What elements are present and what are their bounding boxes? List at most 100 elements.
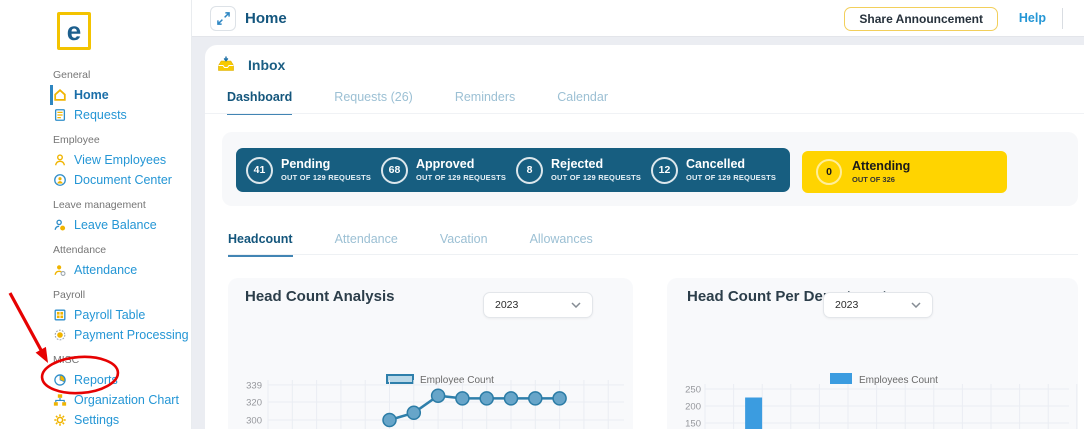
stat-label: Cancelled bbox=[686, 157, 746, 171]
tab-calendar[interactable]: Calendar bbox=[557, 90, 608, 115]
home-icon bbox=[53, 88, 67, 102]
bar bbox=[745, 397, 763, 429]
stat-approved: 68 Approved OUT OF 129 REQUESTS bbox=[381, 156, 516, 184]
requests-icon bbox=[53, 108, 67, 122]
sidebar-section-attendance: Attendance Attendance bbox=[0, 240, 192, 280]
leave-balance-icon bbox=[53, 218, 67, 232]
sidebar-item-document-center[interactable]: Document Center bbox=[50, 170, 192, 190]
stat-label: Pending bbox=[281, 157, 331, 171]
expand-arrows-icon bbox=[216, 12, 230, 25]
section-label: Attendance bbox=[53, 244, 107, 256]
data-point bbox=[552, 391, 567, 406]
chart-legend: Employees Count bbox=[830, 373, 938, 386]
data-point bbox=[528, 391, 543, 406]
svg-text:320: 320 bbox=[246, 398, 262, 409]
sidebar-nav: General Home Requests Employee View Employee… bbox=[0, 60, 192, 429]
sidebar-item-view-employees[interactable]: View Employees bbox=[50, 150, 192, 170]
legend-swatch bbox=[830, 373, 852, 384]
payment-processing-icon bbox=[53, 328, 67, 342]
line-series-employee-count bbox=[382, 388, 567, 428]
headcount-per-department-card: Head Count Per Department 2023 Employees… bbox=[667, 278, 1078, 429]
payroll-table-icon bbox=[53, 308, 67, 322]
headcount-line-chart: Employee Count 339 320 300 bbox=[246, 374, 624, 429]
section-label: MISC bbox=[53, 354, 80, 366]
legend-swatch bbox=[386, 374, 414, 384]
stat-rejected: 8 Rejected OUT OF 129 REQUESTS bbox=[516, 156, 651, 184]
sidebar-item-label: Reports bbox=[74, 373, 118, 387]
sidebar-item-label: Settings bbox=[74, 413, 120, 427]
tab-dashboard[interactable]: Dashboard bbox=[227, 90, 293, 115]
chart-grid bbox=[267, 380, 624, 429]
data-point bbox=[406, 405, 422, 421]
stat-count-circle: 68 bbox=[381, 156, 408, 184]
svg-text:150: 150 bbox=[685, 419, 701, 429]
sidebar-item-leave-balance[interactable]: Leave Balance bbox=[50, 215, 192, 235]
request-stats-bar: 41 Pending OUT OF 129 REQUESTS 68 Approved OU… bbox=[236, 148, 790, 192]
tabs-separator-2 bbox=[228, 254, 1078, 255]
stat-cancelled: 12 Cancelled OUT OF 129 REQUESTS bbox=[651, 156, 786, 184]
attending-sublabel: OUT OF 326 bbox=[852, 175, 895, 184]
sidebar-item-home[interactable]: Home bbox=[50, 85, 192, 105]
sidebar-item-settings[interactable]: Settings bbox=[50, 410, 192, 429]
sidebar-item-attendance[interactable]: Attendance bbox=[50, 260, 192, 280]
top-header: Home Share Announcement Help bbox=[192, 0, 1084, 37]
sidebar-item-label: Attendance bbox=[74, 263, 138, 277]
attending-label: Attending bbox=[852, 159, 911, 173]
stat-count-circle: 12 bbox=[651, 156, 678, 184]
sidebar-item-label: Home bbox=[74, 88, 109, 102]
stat-sublabel: OUT OF 129 REQUESTS bbox=[551, 173, 642, 182]
sidebar-section-leave-management: Leave management Leave Balance bbox=[0, 195, 192, 235]
sidebar-item-payroll-table[interactable]: Payroll Table bbox=[50, 305, 192, 325]
sidebar-item-requests[interactable]: Requests bbox=[50, 105, 192, 125]
attending-count-circle: 0 bbox=[816, 159, 842, 185]
org-chart-icon bbox=[53, 393, 67, 407]
section-label: Employee bbox=[53, 134, 100, 146]
sidebar-item-label: Organization Chart bbox=[74, 393, 179, 407]
y-axis-ticks: 250 200 150 bbox=[685, 385, 701, 429]
sidebar-item-label: Leave Balance bbox=[74, 218, 157, 232]
stats-panel: 41 Pending OUT OF 129 REQUESTS 68 Approved OU… bbox=[222, 132, 1078, 206]
stat-label: Approved bbox=[416, 157, 475, 171]
sidebar-item-organization-chart[interactable]: Organization Chart bbox=[50, 390, 192, 410]
tabs-separator bbox=[205, 113, 1084, 114]
stat-count-circle: 8 bbox=[516, 156, 543, 184]
sidebar-item-label: Payment Processing bbox=[74, 328, 189, 342]
stat-count-circle: 41 bbox=[246, 156, 273, 184]
sidebar-item-payment-processing[interactable]: Payment Processing bbox=[50, 325, 192, 345]
svg-text:Employees Count: Employees Count bbox=[859, 375, 938, 386]
tab-reminders[interactable]: Reminders bbox=[455, 90, 515, 115]
sidebar-section-payroll: Payroll Payroll Table Payment Processing bbox=[0, 285, 192, 345]
chart-legend: Employee Count bbox=[386, 374, 494, 386]
page-title: Home bbox=[245, 10, 287, 27]
inbox-title: Inbox bbox=[248, 57, 286, 73]
collapse-sidebar-button[interactable] bbox=[210, 6, 236, 31]
data-point bbox=[503, 391, 519, 406]
sidebar-section-general: General Home Requests bbox=[0, 65, 192, 125]
settings-icon bbox=[53, 413, 67, 427]
view-employees-icon bbox=[53, 153, 67, 167]
section-label: Leave management bbox=[53, 199, 146, 211]
header-divider bbox=[1062, 8, 1063, 29]
help-link[interactable]: Help bbox=[1019, 11, 1046, 25]
sidebar-section-employee: Employee View Employees Document Center bbox=[0, 130, 192, 190]
reports-icon bbox=[53, 373, 67, 387]
attendance-icon bbox=[53, 263, 67, 277]
share-announcement-button[interactable]: Share Announcement bbox=[844, 7, 998, 31]
tab-requests-26[interactable]: Requests (26) bbox=[334, 90, 413, 115]
y-axis-ticks: 339 320 300 bbox=[246, 380, 262, 426]
svg-text:Employee Count: Employee Count bbox=[420, 375, 494, 386]
sidebar-item-reports[interactable]: Reports bbox=[50, 370, 192, 390]
svg-text:339: 339 bbox=[246, 380, 262, 391]
data-point bbox=[382, 412, 397, 428]
sidebar-item-label: Requests bbox=[74, 108, 127, 122]
stat-sublabel: OUT OF 129 REQUESTS bbox=[686, 173, 777, 182]
app-logo-letter: e bbox=[66, 15, 82, 46]
section-label: General bbox=[53, 69, 91, 81]
svg-text:250: 250 bbox=[685, 385, 701, 396]
stat-sublabel: OUT OF 129 REQUESTS bbox=[416, 173, 507, 182]
section-label: Payroll bbox=[53, 289, 86, 301]
attending-card: 0 Attending OUT OF 326 bbox=[802, 151, 1007, 193]
inbox-icon bbox=[218, 56, 234, 71]
app-logo[interactable]: e bbox=[57, 12, 91, 50]
department-bar-chart: Employees Count 250 200 150 bbox=[685, 373, 1078, 429]
